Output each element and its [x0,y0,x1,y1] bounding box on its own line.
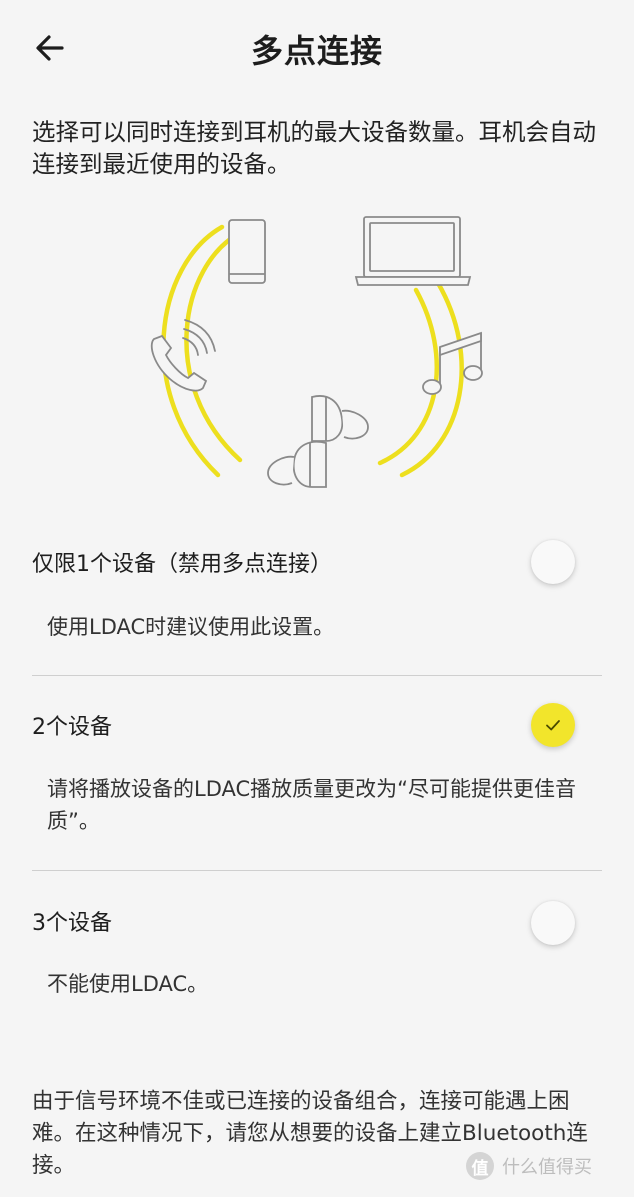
multipoint-illustration [150,216,483,488]
check-icon [546,720,560,731]
laptop-icon [354,216,472,286]
option-description: 使用LDAC时建议使用此设置。 [47,615,335,639]
divider [32,675,602,676]
option-two-devices[interactable]: 2个设备 请将播放设备的LDAC播放质量更改为“尽可能提供更佳音质”。 [0,703,634,853]
watermark-text: 什么值得买 [502,1157,592,1178]
option-label: 2个设备 [32,715,112,740]
option-three-devices[interactable]: 3个设备 不能使用LDAC。 [0,899,634,1009]
divider [32,870,602,871]
radio-button[interactable] [531,540,575,584]
call-icon [150,319,216,392]
radio-button[interactable] [531,901,575,945]
option-description: 请将播放设备的LDAC播放质量更改为“尽可能提供更佳音质”。 [47,777,577,833]
watermark: 值 什么值得买 [466,1152,592,1180]
option-one-device[interactable]: 仅限1个设备（禁用多点连接） 使用LDAC时建议使用此设置。 [0,540,634,660]
app-header: 多点连接 [0,0,634,96]
watermark-logo: 值 [466,1152,494,1180]
option-description: 不能使用LDAC。 [47,972,209,996]
phone-icon [228,219,266,284]
music-note-icon [422,331,483,395]
intro-description: 选择可以同时连接到耳机的最大设备数量。耳机会自动连接到最近使用的设备。 [32,118,596,178]
radio-button-selected[interactable] [531,703,575,747]
earbuds-icon [267,395,369,488]
option-label: 仅限1个设备（禁用多点连接） [32,552,332,577]
option-label: 3个设备 [32,911,112,936]
page-title: 多点连接 [250,32,383,70]
